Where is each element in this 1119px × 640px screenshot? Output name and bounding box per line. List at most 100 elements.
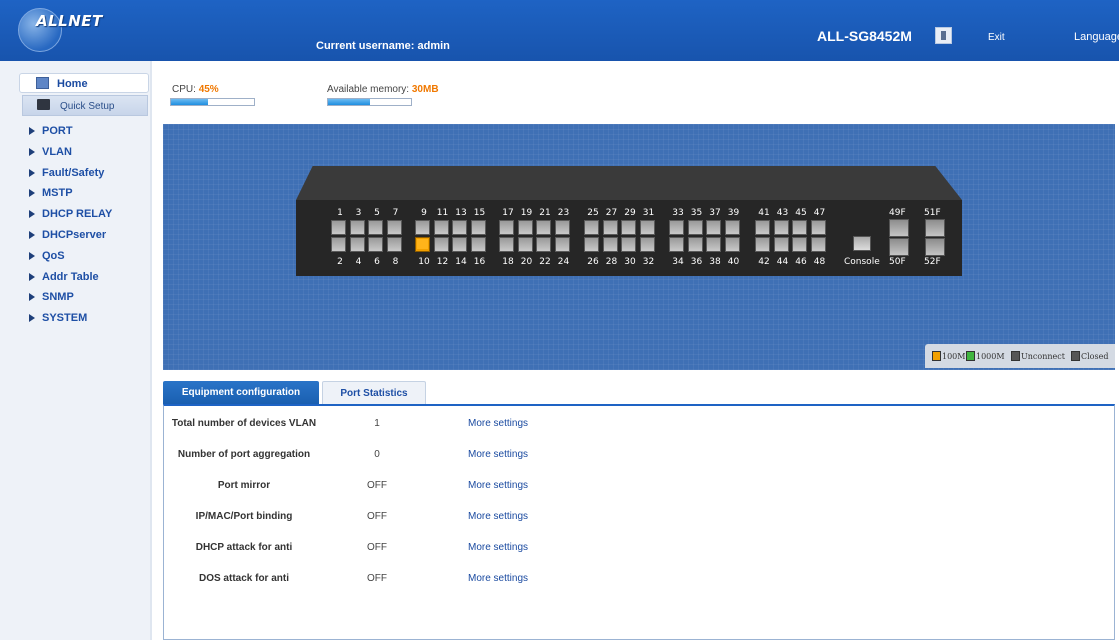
port-29[interactable] xyxy=(621,220,636,235)
tab-equipment-configuration[interactable]: Equipment configuration xyxy=(163,381,319,404)
port-30[interactable] xyxy=(621,237,636,252)
port-label: 16 xyxy=(473,257,486,267)
port-19[interactable] xyxy=(517,220,533,235)
triangle-right-icon xyxy=(29,210,35,219)
port-15[interactable] xyxy=(470,220,486,235)
more-settings-link[interactable]: More settings xyxy=(468,449,528,460)
sidebar-item-label: VLAN xyxy=(42,145,72,158)
sidebar-menu: PORT VLAN Fault/Safety MSTP DHCP RELAY D… xyxy=(29,125,112,333)
more-settings-link[interactable]: More settings xyxy=(468,573,528,584)
row-label: Number of port aggregation xyxy=(177,449,311,460)
sfp-port-52f[interactable] xyxy=(925,238,945,256)
port-3[interactable] xyxy=(349,220,365,235)
port-18[interactable] xyxy=(499,237,514,252)
port-46[interactable] xyxy=(792,237,807,252)
port-9[interactable] xyxy=(415,220,430,235)
port-37[interactable] xyxy=(706,220,721,235)
port-38[interactable] xyxy=(706,237,721,252)
port-39[interactable] xyxy=(724,220,740,235)
port-31[interactable] xyxy=(639,220,655,235)
port-44[interactable] xyxy=(773,237,789,252)
equipment-configuration-panel: Total number of devices VLAN 1 More sett… xyxy=(163,404,1115,640)
port-32[interactable] xyxy=(639,237,655,252)
port-10[interactable] xyxy=(415,237,430,252)
exit-link[interactable]: Exit xyxy=(988,32,1005,43)
port-28[interactable] xyxy=(602,237,618,252)
sfp-port-50f[interactable] xyxy=(889,238,909,256)
sidebar-item-snmp[interactable]: SNMP xyxy=(29,291,112,312)
sidebar-item-qos[interactable]: QoS xyxy=(29,250,112,271)
legend-item: 1000M xyxy=(966,351,1005,361)
legend-item: Closed xyxy=(1071,351,1108,361)
memory-progress-fill xyxy=(328,99,370,105)
sidebar-item-vlan[interactable]: VLAN xyxy=(29,146,112,167)
port-16[interactable] xyxy=(470,237,486,252)
more-settings-link[interactable]: More settings xyxy=(468,480,528,491)
sidebar-item-home[interactable]: Home xyxy=(19,73,149,93)
sidebar-item-dhcpserver[interactable]: DHCPserver xyxy=(29,229,112,250)
sidebar-home-label: Home xyxy=(57,78,88,90)
port-1[interactable] xyxy=(331,220,346,235)
port-12[interactable] xyxy=(433,237,449,252)
more-settings-link[interactable]: More settings xyxy=(468,542,528,553)
sidebar-item-fault-safety[interactable]: Fault/Safety xyxy=(29,167,112,188)
sidebar-item-system[interactable]: SYSTEM xyxy=(29,312,112,333)
more-settings-link[interactable]: More settings xyxy=(468,418,528,429)
port-21[interactable] xyxy=(536,220,551,235)
port-24[interactable] xyxy=(554,237,570,252)
port-label: 38 xyxy=(709,257,721,267)
port-41[interactable] xyxy=(755,220,770,235)
port-label: 43 xyxy=(776,208,789,218)
port-40[interactable] xyxy=(724,237,740,252)
port-label: 39 xyxy=(727,208,740,218)
memory-value: 30MB xyxy=(411,84,439,95)
port-36[interactable] xyxy=(687,237,703,252)
sidebar-item-dhcp-relay[interactable]: DHCP RELAY xyxy=(29,208,112,229)
port-42[interactable] xyxy=(755,237,770,252)
port-label: 26 xyxy=(587,257,599,267)
port-6[interactable] xyxy=(368,237,383,252)
port-7[interactable] xyxy=(386,220,402,235)
port-35[interactable] xyxy=(687,220,703,235)
port-20[interactable] xyxy=(517,237,533,252)
port-34[interactable] xyxy=(669,237,684,252)
sfp-port-49f[interactable] xyxy=(889,219,909,237)
sfp-label-51f: 51F xyxy=(924,208,941,218)
port-13[interactable] xyxy=(452,220,467,235)
door-icon[interactable] xyxy=(935,27,952,44)
port-2[interactable] xyxy=(331,237,346,252)
tab-port-statistics[interactable]: Port Statistics xyxy=(322,381,426,404)
port-43[interactable] xyxy=(773,220,789,235)
port-17[interactable] xyxy=(499,220,514,235)
console-port[interactable] xyxy=(853,236,871,251)
port-23[interactable] xyxy=(554,220,570,235)
language-link[interactable]: Language xyxy=(1074,31,1119,43)
allnet-logo: ALLNET xyxy=(18,8,128,52)
port-4[interactable] xyxy=(349,237,365,252)
port-8[interactable] xyxy=(386,237,402,252)
port-27[interactable] xyxy=(602,220,618,235)
port-14[interactable] xyxy=(452,237,467,252)
port-label: 45 xyxy=(795,208,807,218)
memory-usage: Available memory: 30MB xyxy=(327,84,439,95)
port-33[interactable] xyxy=(669,220,684,235)
sidebar-item-addr-table[interactable]: Addr Table xyxy=(29,271,112,292)
port-label: 28 xyxy=(605,257,618,267)
sidebar-item-port[interactable]: PORT xyxy=(29,125,112,146)
port-47[interactable] xyxy=(810,220,826,235)
sidebar-item-mstp[interactable]: MSTP xyxy=(29,187,112,208)
port-25[interactable] xyxy=(584,220,599,235)
sfp-label-49f: 49F xyxy=(889,208,906,218)
sidebar-item-quick-setup[interactable]: Quick Setup xyxy=(22,95,148,116)
sidebar-item-label: QoS xyxy=(42,249,65,262)
more-settings-link[interactable]: More settings xyxy=(468,511,528,522)
port-11[interactable] xyxy=(433,220,449,235)
port-45[interactable] xyxy=(792,220,807,235)
port-label: 15 xyxy=(473,208,486,218)
port-5[interactable] xyxy=(368,220,383,235)
port-26[interactable] xyxy=(584,237,599,252)
port-22[interactable] xyxy=(536,237,551,252)
sfp-port-51f[interactable] xyxy=(925,219,945,237)
sidebar-item-label: MSTP xyxy=(42,187,73,200)
port-48[interactable] xyxy=(810,237,826,252)
